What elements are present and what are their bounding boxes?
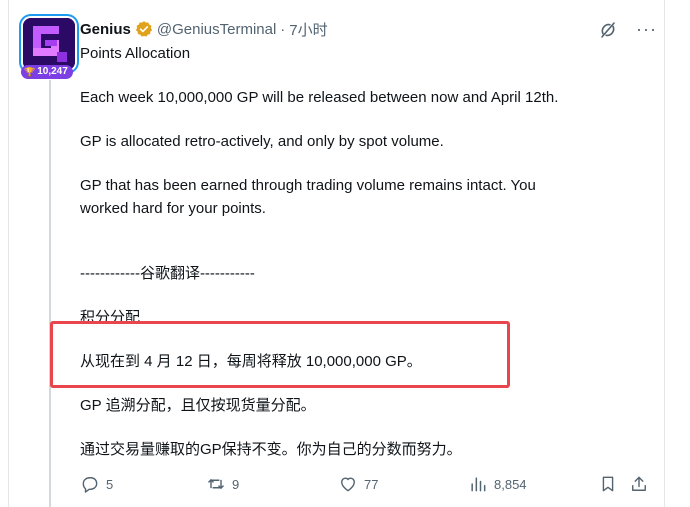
- follower-badge: 🏆 10,247: [21, 65, 73, 79]
- post-header: Genius @GeniusTerminal · 7小时: [80, 18, 328, 40]
- author-name[interactable]: Genius: [80, 21, 131, 38]
- heart-icon: [341, 477, 355, 492]
- action-bar: 5 9 77 8,854: [80, 474, 650, 496]
- post-title: Points Allocation: [80, 45, 191, 62]
- thread-line: [49, 80, 51, 507]
- translation-divider: ------------谷歌翻译-----------: [80, 265, 255, 282]
- post-paragraph-1: Each week 10,000,000 GP will be released…: [80, 89, 559, 106]
- badge-count: 10,247: [37, 66, 68, 77]
- avatar[interactable]: [23, 18, 75, 70]
- translated-paragraph-3: 通过交易量赚取的GP保持不变。你为自己的分数而努力。: [80, 441, 462, 458]
- reply-count: 5: [106, 476, 114, 492]
- bookmark-icon: [602, 476, 614, 492]
- reply-button[interactable]: 5: [80, 474, 113, 494]
- author-handle[interactable]: @GeniusTerminal: [157, 21, 276, 38]
- repost-icon: [207, 478, 225, 490]
- verified-badge-icon[interactable]: [135, 20, 153, 38]
- separator-dot: ·: [280, 20, 286, 38]
- post-paragraph-3b: worked hard for your points.: [80, 200, 266, 217]
- share-button[interactable]: [629, 474, 649, 494]
- trophy-icon: 🏆: [24, 67, 36, 77]
- like-button[interactable]: 77: [338, 474, 378, 494]
- panel-left-border: [8, 0, 9, 507]
- post-time[interactable]: 7小时: [289, 19, 327, 40]
- panel-right-border: [664, 0, 665, 507]
- more-options-icon[interactable]: ···: [636, 18, 658, 40]
- view-count: 8,854: [494, 476, 527, 492]
- share-icon: [632, 476, 646, 491]
- genius-logo-icon: [23, 18, 75, 70]
- reply-icon: [82, 477, 98, 493]
- like-count: 77: [364, 476, 379, 492]
- analytics-bar-icon: [471, 477, 486, 492]
- bookmark-button[interactable]: [598, 474, 618, 494]
- post-paragraph-2: GP is allocated retro-actively, and only…: [80, 133, 444, 150]
- post-paragraph-3a: GP that has been earned through trading …: [80, 177, 536, 194]
- repost-button[interactable]: 9: [206, 474, 239, 494]
- views-button[interactable]: 8,854: [468, 474, 527, 494]
- translated-paragraph-2: GP 追溯分配，且仅按现货量分配。: [80, 397, 316, 414]
- repost-count: 9: [232, 476, 240, 492]
- highlight-annotation-box: [50, 321, 510, 388]
- grok-icon[interactable]: [597, 19, 619, 41]
